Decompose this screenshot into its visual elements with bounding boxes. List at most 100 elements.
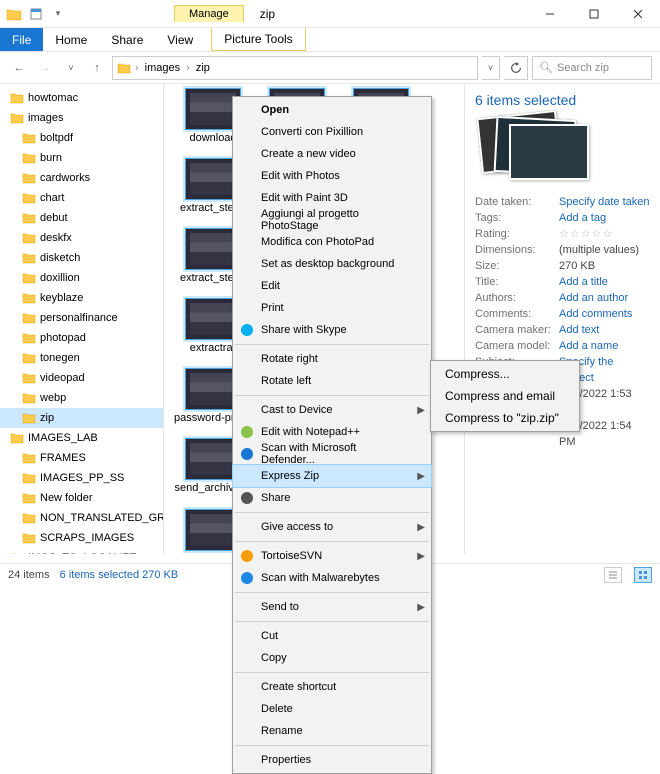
search-input[interactable]: 🔍︎ Search zip [532,56,652,80]
meta-value[interactable]: Add a title [559,274,650,290]
menu-item[interactable]: Compress and email [431,385,579,407]
meta-key: Tags: [475,210,559,226]
status-item-count: 24 items [8,569,50,581]
menu-item[interactable]: Print [233,297,431,319]
maximize-button[interactable] [572,0,616,28]
meta-value[interactable]: Specify date taken [559,194,650,210]
tree-item[interactable]: New folder [0,488,163,508]
menu-item[interactable]: Rotate right [233,348,431,370]
tree-item[interactable]: debut [0,208,163,228]
folder-icon [10,91,24,105]
tree-item[interactable]: videopad [0,368,163,388]
meta-value[interactable]: Add an author [559,290,650,306]
folder-icon [22,231,36,245]
meta-value[interactable]: Add comments [559,306,650,322]
tree-item[interactable]: tonegen [0,348,163,368]
tree-item[interactable]: IMAGES_LAB [0,428,163,448]
up-button[interactable]: ↑ [86,57,108,79]
search-placeholder: Search zip [557,62,609,74]
nav-tree[interactable]: howtomacimagesboltpdfburncardworkschartd… [0,84,164,554]
tree-item[interactable]: disketch [0,248,163,268]
tree-item[interactable]: keyblaze [0,288,163,308]
menu-separator [235,672,429,673]
menu-item[interactable]: Edit with Photos [233,165,431,187]
menu-item[interactable]: Converti con Pixillion [233,121,431,143]
tab-share[interactable]: Share [99,28,155,51]
refresh-button[interactable] [504,56,528,80]
menu-item[interactable]: Set as desktop background [233,253,431,275]
tab-file[interactable]: File [0,28,43,51]
menu-item[interactable]: Send to▶ [233,596,431,618]
tree-item[interactable]: burn [0,148,163,168]
tree-item[interactable]: howtomac [0,88,163,108]
menu-item[interactable]: Edit with Notepad++ [233,421,431,443]
menu-item[interactable]: Share [233,487,431,509]
menu-item[interactable]: Cut [233,625,431,647]
tree-item[interactable]: SCRAPS_IMAGES [0,528,163,548]
menu-item[interactable]: Open [233,99,431,121]
crumb-zip[interactable]: zip [194,62,212,74]
defender-icon [239,446,255,462]
properties-icon[interactable] [26,4,46,24]
meta-row: Tags:Add a tag [475,210,650,226]
breadcrumb[interactable]: › images › zip [112,56,478,80]
ribbon: File Home Share View Picture Tools [0,28,660,52]
menu-item[interactable]: Compress to "zip.zip" [431,407,579,429]
menu-item[interactable]: Cast to Device▶ [233,399,431,421]
tree-item[interactable]: personalfinance [0,308,163,328]
tree-item[interactable]: cardworks [0,168,163,188]
address-dropdown[interactable]: ˅ [482,56,500,80]
tab-view[interactable]: View [155,28,205,51]
menu-item[interactable]: Modifica con PhotoPad [233,231,431,253]
qat-dropdown-icon[interactable]: ▾ [48,4,68,24]
tree-item[interactable]: NON_TRANSLATED_GRAPHICS [0,508,163,528]
skype-icon [239,322,255,338]
meta-value[interactable]: Add a tag [559,210,650,226]
meta-value[interactable]: Add text [559,322,650,338]
menu-item[interactable]: TortoiseSVN▶ [233,545,431,567]
menu-item[interactable]: Aggiungi al progetto PhotoStage [233,209,431,231]
menu-item[interactable]: Share with Skype [233,319,431,341]
menu-item[interactable]: Express Zip▶ [233,465,431,487]
menu-item[interactable]: Scan with Microsoft Defender... [233,443,431,465]
forward-button[interactable]: → [34,57,56,79]
tree-item[interactable]: IMGS_TO_LOCALIZE [0,548,163,554]
crumb-images[interactable]: images [143,62,182,74]
menu-item[interactable]: Scan with Malwarebytes [233,567,431,589]
tree-item[interactable]: FRAMES [0,448,163,468]
tree-item[interactable]: webp [0,388,163,408]
menu-separator [235,344,429,345]
folder-icon [10,431,24,445]
menu-item[interactable]: Create shortcut [233,676,431,698]
tree-item[interactable]: images [0,108,163,128]
menu-item[interactable]: Compress... [431,363,579,385]
tree-item[interactable]: boltpdf [0,128,163,148]
folder-icon [117,62,131,74]
tree-item[interactable]: chart [0,188,163,208]
back-button[interactable]: ← [8,57,30,79]
tab-picture-tools[interactable]: Picture Tools [211,28,305,51]
menu-item[interactable]: Copy [233,647,431,669]
tree-item[interactable]: photopad [0,328,163,348]
menu-item[interactable]: Rename [233,720,431,742]
tree-item[interactable]: doxillion [0,268,163,288]
tree-item[interactable]: deskfx [0,228,163,248]
recent-dropdown[interactable]: ˅ [60,57,82,79]
menu-item[interactable]: Properties [233,749,431,771]
tree-item[interactable]: zip [0,408,163,428]
menu-item[interactable]: Create a new video [233,143,431,165]
meta-value[interactable]: Add a name [559,338,650,354]
menu-item[interactable]: Rotate left [233,370,431,392]
view-details-button[interactable] [604,567,622,583]
tree-item[interactable]: IMAGES_PP_SS [0,468,163,488]
view-thumbnails-button[interactable] [634,567,652,583]
minimize-button[interactable] [528,0,572,28]
menu-item[interactable]: Edit with Paint 3D [233,187,431,209]
menu-item[interactable]: Give access to▶ [233,516,431,538]
menu-item[interactable]: Delete [233,698,431,720]
close-button[interactable] [616,0,660,28]
menu-item[interactable]: Edit [233,275,431,297]
meta-row: Date taken:Specify date taken [475,194,650,210]
tab-home[interactable]: Home [43,28,99,51]
quick-access-toolbar: ▾ [0,4,68,24]
